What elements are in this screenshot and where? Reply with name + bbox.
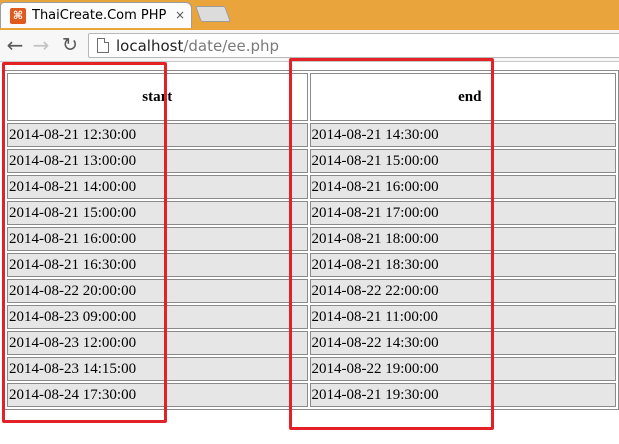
end-cell: 2014-08-21 14:30:00 (309, 123, 616, 147)
header-start-label: start (142, 88, 173, 105)
end-cell: 2014-08-22 14:30:00 (309, 331, 616, 355)
forward-arrow-icon[interactable]: → (29, 33, 53, 57)
table-row: 2014-08-21 12:30:00 2014-08-21 14:30:00 (7, 123, 616, 147)
start-cell: 2014-08-23 14:15:00 (7, 357, 308, 381)
reload-icon[interactable]: ↻ (58, 33, 82, 57)
back-arrow-icon[interactable]: ← (3, 33, 27, 57)
start-cell: 2014-08-21 16:30:00 (7, 253, 308, 277)
end-cell: 2014-08-21 17:00:00 (309, 201, 616, 225)
page-icon (97, 38, 109, 53)
end-cell: 2014-08-21 18:00:00 (309, 227, 616, 251)
end-cell: 2014-08-22 22:00:00 (309, 279, 616, 303)
start-cell: 2014-08-21 15:00:00 (7, 201, 308, 225)
start-cell: 2014-08-22 20:00:00 (7, 279, 308, 303)
browser-toolbar: ← → ↻ localhost/date/ee.php (0, 30, 619, 62)
url-host: localhost (116, 37, 184, 55)
header-end-label: end (458, 88, 482, 105)
table-row: 2014-08-21 13:00:00 2014-08-21 15:00:00 (7, 149, 616, 173)
start-cell: 2014-08-23 12:00:00 (7, 331, 308, 355)
table-row: 2014-08-22 20:00:00 2014-08-22 22:00:00 (7, 279, 616, 303)
table-row: 2014-08-21 16:00:00 2014-08-21 18:00:00 (7, 227, 616, 251)
date-table: start end 2014-08-21 12:30:00 2014-08-21… (4, 70, 619, 410)
start-cell: 2014-08-23 09:00:00 (7, 305, 308, 329)
column-header-start: start (7, 73, 308, 121)
end-cell: 2014-08-21 11:00:00 (309, 305, 616, 329)
table-row: 2014-08-21 16:30:00 2014-08-21 18:30:00 (7, 253, 616, 277)
start-cell: 2014-08-24 17:30:00 (7, 383, 308, 407)
end-cell: 2014-08-21 15:00:00 (309, 149, 616, 173)
end-cell: 2014-08-22 19:00:00 (309, 357, 616, 381)
url-text[interactable]: localhost/date/ee.php (116, 37, 279, 55)
column-header-end: end (309, 73, 616, 121)
tab-title: ThaiCreate.Com PHP & M (32, 8, 167, 23)
table-row: 2014-08-23 12:00:00 2014-08-22 14:30:00 (7, 331, 616, 355)
table-row: 2014-08-24 17:30:00 2014-08-21 19:30:00 (7, 383, 616, 407)
table-row: 2014-08-21 15:00:00 2014-08-21 17:00:00 (7, 201, 616, 225)
start-cell: 2014-08-21 13:00:00 (7, 149, 308, 173)
page-content: start end 2014-08-21 12:30:00 2014-08-21… (0, 63, 619, 444)
table-row: 2014-08-23 14:15:00 2014-08-22 19:00:00 (7, 357, 616, 381)
address-bar[interactable]: localhost/date/ee.php (88, 33, 619, 58)
tab-strip: ⌘ ThaiCreate.Com PHP & M × (0, 0, 619, 30)
start-cell: 2014-08-21 16:00:00 (7, 227, 308, 251)
browser-tab[interactable]: ⌘ ThaiCreate.Com PHP & M × (0, 2, 192, 28)
end-cell: 2014-08-21 16:00:00 (309, 175, 616, 199)
end-cell: 2014-08-21 19:30:00 (309, 383, 616, 407)
table-header-row: start end (7, 73, 616, 121)
tab-close-icon[interactable]: × (173, 8, 187, 22)
start-cell: 2014-08-21 14:00:00 (7, 175, 308, 199)
url-path: /date/ee.php (183, 37, 280, 55)
start-cell: 2014-08-21 12:30:00 (7, 123, 308, 147)
thaicreate-favicon-icon: ⌘ (10, 8, 26, 24)
table-row: 2014-08-23 09:00:00 2014-08-21 11:00:00 (7, 305, 616, 329)
end-cell: 2014-08-21 18:30:00 (309, 253, 616, 277)
new-tab-button[interactable] (195, 6, 231, 22)
table-row: 2014-08-21 14:00:00 2014-08-21 16:00:00 (7, 175, 616, 199)
